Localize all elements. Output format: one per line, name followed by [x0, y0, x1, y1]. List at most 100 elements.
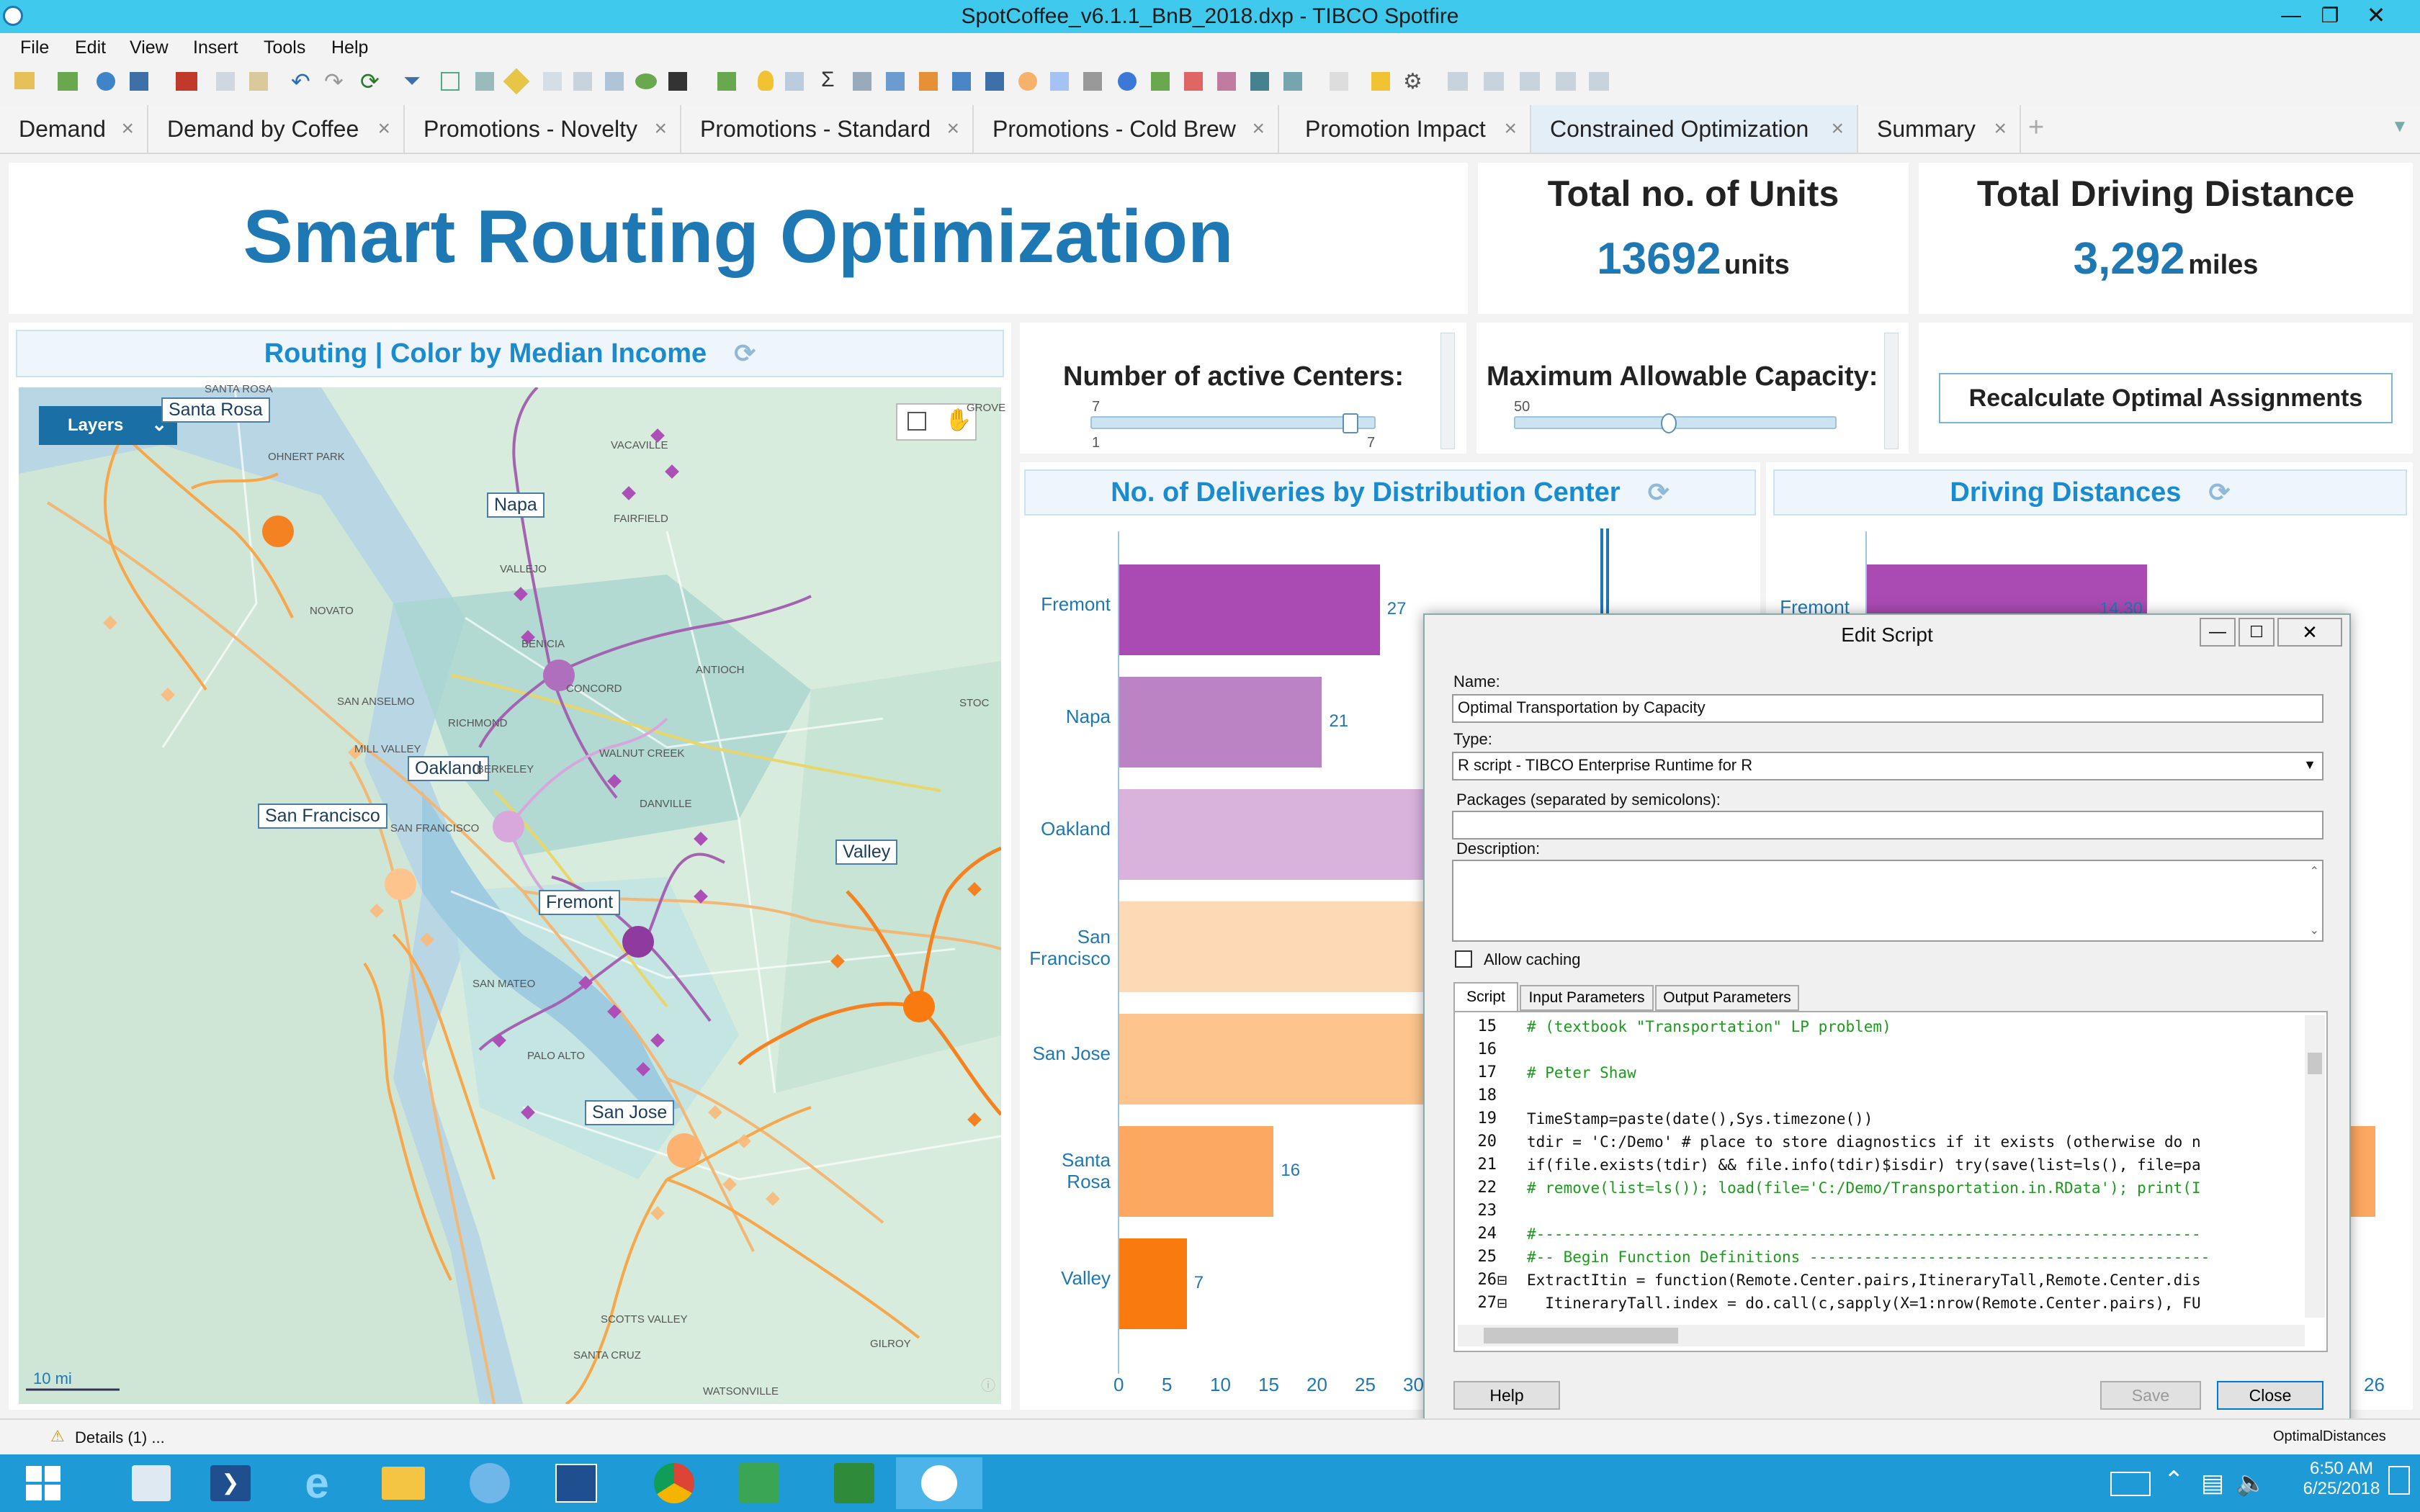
capacity-slider-thumb[interactable]	[1661, 413, 1677, 433]
pdf-export-icon[interactable]	[176, 72, 197, 91]
menu-tools[interactable]: Tools	[264, 37, 305, 58]
bar-napa[interactable]	[1119, 677, 1322, 768]
line-chart-icon[interactable]	[952, 72, 971, 91]
details-icon[interactable]	[475, 72, 494, 91]
volume-icon[interactable]: 🔈	[2236, 1469, 2266, 1498]
tab-constrained-optimization[interactable]: Constrained Optimization ×	[1531, 105, 1858, 153]
copy-icon[interactable]	[216, 72, 235, 91]
clock[interactable]: 6:50 AM 6/25/2018	[2302, 1459, 2381, 1499]
reload-icon[interactable]	[97, 72, 115, 91]
table-icon[interactable]	[785, 72, 804, 91]
rectangle-select-icon[interactable]	[908, 412, 926, 431]
redo-icon[interactable]: ↷	[324, 68, 344, 95]
menu-edit[interactable]: Edit	[75, 37, 106, 58]
combination-chart-icon[interactable]	[985, 72, 1004, 91]
treemap-icon[interactable]	[1151, 72, 1170, 91]
add-data-icon[interactable]	[58, 72, 78, 91]
refresh-icon[interactable]: ⟳	[2208, 477, 2230, 508]
stock-chart-icon[interactable]	[533, 1457, 619, 1509]
scrollbar[interactable]	[1884, 333, 1899, 449]
scroll-up-icon[interactable]: ⌃	[2310, 864, 2319, 878]
tab-input-parameters[interactable]: Input Parameters	[1520, 985, 1654, 1011]
map-chart-icon[interactable]	[1118, 72, 1137, 91]
center-marker-santa-rosa[interactable]	[262, 516, 294, 547]
horizontal-scrollbar[interactable]	[1458, 1325, 2305, 1346]
undo-icon[interactable]: ↶	[291, 68, 310, 95]
close-tab-icon[interactable]: ×	[1252, 117, 1265, 141]
kpi-icon[interactable]	[1371, 72, 1390, 91]
close-tab-icon[interactable]: ×	[121, 117, 134, 141]
file-explorer-icon[interactable]	[360, 1457, 447, 1509]
center-marker-san-francisco[interactable]	[385, 868, 416, 900]
parallel-coordinate-icon[interactable]	[1217, 72, 1236, 91]
close-tab-icon[interactable]: ×	[377, 117, 390, 141]
notifications-icon[interactable]	[2388, 1466, 2410, 1495]
tab-output-parameters[interactable]: Output Parameters	[1655, 985, 1799, 1011]
save-icon[interactable]	[130, 72, 148, 91]
close-tab-icon[interactable]: ×	[1994, 117, 2007, 141]
color-scheme-icon[interactable]	[668, 72, 687, 91]
lines-icon[interactable]	[605, 72, 624, 91]
server-manager-icon[interactable]	[108, 1457, 194, 1509]
close-tab-icon[interactable]: ×	[1831, 117, 1844, 141]
menu-insert[interactable]: Insert	[193, 37, 238, 58]
help-button[interactable]: Help	[1453, 1381, 1560, 1410]
add-page-icon[interactable]: +	[2028, 112, 2044, 143]
maximize-icon[interactable]: ☐	[2238, 618, 2275, 647]
tab-promotion-impact[interactable]: Promotion Impact ×	[1286, 105, 1531, 153]
menu-file[interactable]: File	[20, 37, 49, 58]
bar-chart-icon[interactable]	[919, 72, 938, 91]
summary-table-icon[interactable]	[1250, 72, 1269, 91]
refresh-data-icon[interactable]: ⟳	[360, 68, 380, 95]
bar-santa-rosa[interactable]	[1119, 1126, 1274, 1217]
menu-help[interactable]: Help	[331, 37, 368, 58]
keyboard-icon[interactable]	[2110, 1472, 2151, 1496]
store-icon[interactable]	[811, 1457, 897, 1509]
scatter-plot-icon[interactable]	[1050, 72, 1069, 91]
center-marker-valley[interactable]	[903, 991, 935, 1022]
type-select[interactable]: R script - TIBCO Enterprise Runtime for …	[1452, 752, 2323, 780]
marking-icon[interactable]	[441, 72, 460, 91]
scrollbar-thumb[interactable]	[2308, 1053, 2322, 1074]
recalculate-button[interactable]: Recalculate Optimal Assignments	[1939, 373, 2393, 423]
description-textarea[interactable]: ⌃ ⌄	[1452, 860, 2323, 942]
close-tab-icon[interactable]: ×	[654, 117, 667, 141]
packages-input[interactable]	[1452, 811, 2323, 840]
pie-chart-icon[interactable]	[1018, 72, 1037, 91]
green-app-icon[interactable]	[716, 1457, 802, 1509]
network-icon[interactable]: ▤	[2201, 1469, 2224, 1498]
close-tab-icon[interactable]: ×	[946, 117, 959, 141]
close-button[interactable]: Close	[2217, 1381, 2323, 1410]
internet-explorer-icon[interactable]: e	[274, 1457, 360, 1509]
filter-icon[interactable]: ⏷	[403, 69, 421, 94]
info-icon[interactable]: ⓘ	[981, 1374, 995, 1395]
refresh-icon[interactable]: ⟳	[734, 338, 756, 369]
bar-fremont[interactable]	[1119, 564, 1380, 655]
3d-plot-icon[interactable]	[1083, 72, 1102, 91]
graphical-table-icon[interactable]	[886, 72, 905, 91]
collapse-icon[interactable]: ⊟	[1497, 1292, 1512, 1315]
bookmark-icon[interactable]	[543, 72, 562, 91]
layout-icon[interactable]	[1448, 72, 1468, 91]
thunderbird-icon[interactable]	[447, 1457, 533, 1509]
details-link[interactable]: Details (1) ...	[75, 1428, 165, 1447]
tab-promotions-standard[interactable]: Promotions - Standard ×	[681, 105, 974, 153]
rows-layout-icon[interactable]	[1556, 72, 1576, 91]
heat-map-icon[interactable]	[1184, 72, 1203, 91]
tab-script[interactable]: Script	[1453, 982, 1518, 1011]
center-marker-oakland[interactable]	[493, 811, 524, 842]
minimize-icon[interactable]: —	[2200, 618, 2236, 647]
spotfire-icon[interactable]	[896, 1457, 982, 1509]
save-button[interactable]: Save	[2100, 1381, 2201, 1410]
tab-promotions-novelty[interactable]: Promotions - Novelty ×	[405, 105, 681, 153]
scroll-down-icon[interactable]: ⌄	[2310, 923, 2319, 937]
tab-demand[interactable]: Demand ×	[0, 105, 148, 153]
tab-demand-by-coffee[interactable]: Demand by Coffee ×	[148, 105, 405, 153]
chevron-up-icon[interactable]: ⌃	[2164, 1466, 2184, 1495]
centers-slider[interactable]	[1090, 416, 1376, 429]
start-button[interactable]	[0, 1457, 86, 1509]
powershell-icon[interactable]: ❯	[187, 1457, 274, 1509]
text-area-icon[interactable]	[1330, 72, 1348, 91]
close-icon[interactable]: ✕	[2277, 618, 2342, 647]
tab-promotions-cold-brew[interactable]: Promotions - Cold Brew ×	[974, 105, 1279, 153]
